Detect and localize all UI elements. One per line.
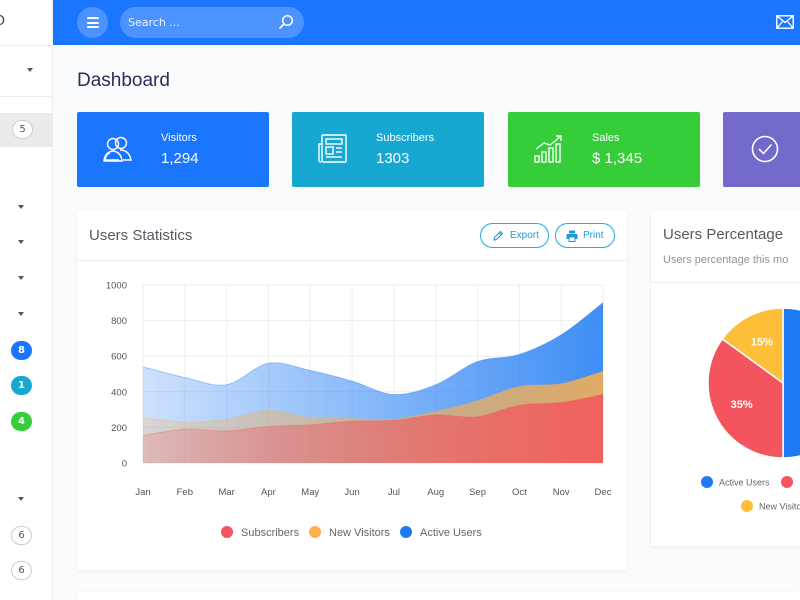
divider	[77, 260, 627, 261]
stat-card-sales[interactable]: Sales $ 1,345	[508, 112, 700, 187]
x-tick-label: Aug	[427, 487, 444, 498]
x-tick-label: Jul	[388, 487, 400, 498]
y-tick-label: 600	[111, 352, 127, 363]
legend-item[interactable]: New Visito	[741, 500, 800, 512]
x-tick-label: Feb	[177, 487, 193, 498]
y-tick-label: 1000	[106, 281, 127, 292]
legend-item[interactable]: Active Users	[400, 526, 482, 539]
stat-card-visitors[interactable]: Visitors 1,294	[77, 112, 269, 187]
sidebar-badge: 5	[12, 120, 33, 139]
users-statistics-chart: 0 200 400 600 800 1000 Jan Feb Mar Apr May Jun Jul Au…	[106, 281, 612, 540]
legend-dot	[309, 526, 321, 538]
sidebar-badge: 6	[11, 526, 32, 545]
print-label: Print	[583, 230, 604, 241]
x-tick-label: Dec	[595, 487, 612, 498]
divider	[0, 96, 53, 97]
topbar	[53, 0, 800, 45]
legend-label: Active Users	[719, 478, 770, 488]
legend-dot	[221, 526, 233, 538]
mail-icon[interactable]	[776, 15, 794, 29]
pie-slice-label: 35%	[731, 399, 753, 411]
legend-label: Subscribers	[241, 527, 300, 539]
sidebar-badge: 4	[11, 412, 32, 431]
export-button[interactable]: Export	[480, 223, 549, 248]
x-tick-label: Jun	[344, 487, 359, 498]
pie-slice-label: 15%	[751, 337, 773, 349]
legend-dot	[701, 476, 713, 488]
menu-toggle-button[interactable]	[77, 7, 108, 38]
check-circle-icon	[751, 135, 779, 163]
stat-label: Sales	[592, 132, 620, 144]
chevron-down-icon[interactable]	[18, 205, 24, 209]
user-dropdown-icon[interactable]	[27, 68, 33, 72]
y-tick-label: 800	[111, 316, 127, 327]
stat-value: $ 1,345	[592, 150, 643, 167]
x-tick-label: Jan	[135, 487, 150, 498]
stat-value: 1303	[376, 150, 410, 167]
divider	[0, 45, 53, 46]
export-label: Export	[510, 230, 539, 241]
sidebar: D 5 8 1 4 6 6	[0, 0, 53, 600]
legend-label: New Visito	[759, 502, 800, 512]
x-tick-label: Sep	[469, 487, 486, 498]
sidebar-logo-fragment: D	[0, 14, 6, 29]
x-tick-label: Nov	[553, 487, 570, 498]
x-tick-label: Mar	[218, 487, 234, 498]
stat-label: Visitors	[161, 132, 197, 144]
stat-card-subscribers[interactable]: Subscribers 1303	[292, 112, 484, 187]
pencil-icon	[493, 230, 504, 241]
users-percentage-chart: 35% 15% Active Users New Visito	[701, 307, 800, 512]
x-tick-label: Apr	[261, 487, 276, 498]
chart-icon	[534, 135, 562, 163]
y-tick-label: 400	[111, 387, 127, 398]
print-button[interactable]: Print	[555, 223, 615, 248]
legend-dot	[781, 476, 793, 488]
search-box	[120, 7, 304, 38]
legend-dot	[741, 500, 753, 512]
legend-item[interactable]: Active Users	[701, 476, 770, 488]
card-title: Users Statistics	[89, 227, 193, 244]
stat-card-orders[interactable]	[723, 112, 800, 187]
sidebar-badge: 8	[11, 341, 32, 360]
sidebar-item-dashboard[interactable]: 5	[0, 113, 53, 147]
sidebar-header: D	[0, 0, 52, 45]
legend-dot	[400, 526, 412, 538]
stat-label: Subscribers	[376, 132, 435, 144]
printer-icon	[566, 230, 578, 242]
y-tick-label: 200	[111, 423, 127, 434]
legend-label: Active Users	[420, 527, 482, 539]
chevron-down-icon[interactable]	[18, 497, 24, 501]
chevron-down-icon[interactable]	[18, 240, 24, 244]
sidebar-badge: 6	[11, 561, 32, 580]
users-percentage-card: Users Percentage Users percentage this m…	[651, 210, 800, 546]
pie-slice[interactable]	[782, 307, 800, 459]
legend-label: New Visitors	[329, 527, 390, 539]
stat-value: 1,294	[161, 150, 199, 167]
card-title: Users Percentage	[663, 226, 784, 243]
chevron-down-icon[interactable]	[18, 312, 24, 316]
legend-item[interactable]	[781, 476, 793, 488]
users-statistics-card: Users Statistics Export Print 0 200 400 600…	[77, 210, 627, 570]
legend-item[interactable]: Subscribers	[221, 526, 300, 539]
users-icon	[103, 136, 132, 162]
card-subtitle: Users percentage this mo	[663, 254, 789, 266]
sidebar-badge: 1	[11, 376, 32, 395]
divider	[651, 282, 800, 283]
legend-item[interactable]: New Visitors	[309, 526, 390, 539]
page-title: Dashboard	[77, 70, 170, 91]
search-input[interactable]	[128, 13, 268, 32]
bottom-card	[77, 592, 800, 600]
x-tick-label: May	[301, 487, 319, 498]
x-tick-label: Oct	[512, 487, 527, 498]
newspaper-icon	[318, 134, 347, 163]
chevron-down-icon[interactable]	[18, 276, 24, 280]
search-icon[interactable]	[278, 14, 294, 30]
y-tick-label: 0	[122, 459, 127, 470]
